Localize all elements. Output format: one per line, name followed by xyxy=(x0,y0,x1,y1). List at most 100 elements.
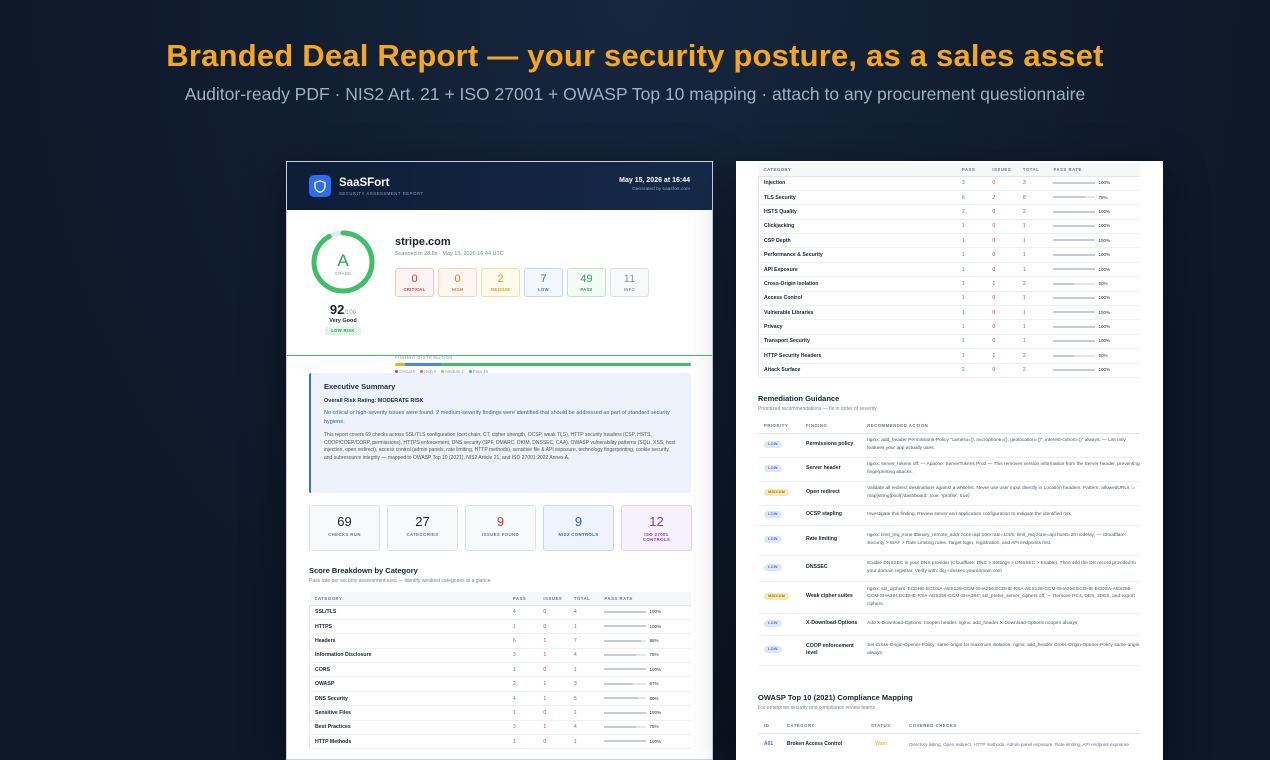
total-count: 1 xyxy=(568,705,600,721)
pass-rate: 100% xyxy=(599,734,691,750)
column-header: PASS xyxy=(507,592,539,606)
pass-count: 2 xyxy=(956,204,988,220)
pass-rate-fill xyxy=(1053,311,1096,314)
stat-card: 27 CATEGORIES xyxy=(387,505,458,551)
stat-label: CHECKS RUN xyxy=(328,532,361,537)
remediation-table: PRIORITY FINDING RECOMMENDED ACTION LOW Perm… xyxy=(758,419,1140,666)
finding-name: COOP enforcement level xyxy=(800,635,862,666)
pass-rate-fill xyxy=(1053,296,1096,299)
column-header: RECOMMENDED ACTION xyxy=(861,419,1140,434)
pass-rate-fill xyxy=(604,639,641,642)
pass-rate-bar xyxy=(604,682,647,685)
table-row: OWASP 2 1 3 67% xyxy=(308,676,691,692)
table-row: Cross-Origin Isolation 1 1 2 50% xyxy=(757,276,1140,292)
pass-rate-fill xyxy=(1053,181,1096,184)
pass-rate-value: 67% xyxy=(649,681,659,687)
pass-rate-fill xyxy=(604,697,639,700)
pass-count: 3 xyxy=(507,720,539,736)
pass-rate-value: 100% xyxy=(649,623,661,629)
pass-rate-bar xyxy=(1053,196,1096,199)
score-value: 92/100 xyxy=(329,302,357,317)
table-row: HTTPS 1 0 1 100% xyxy=(308,619,691,635)
table-row: Information Disclosure 3 1 4 75% xyxy=(308,648,691,664)
category-name: Access Control xyxy=(757,291,957,307)
pass-rate-value: 100% xyxy=(649,738,661,744)
table-row: LOW Permissions policy nginx: add_header P… xyxy=(758,433,1140,458)
column-header: FINDING xyxy=(800,419,862,434)
pass-rate-value: 50% xyxy=(1098,280,1108,286)
stat-card: 9 NIS2 CONTROLS xyxy=(543,505,614,551)
total-count: 2 xyxy=(1017,348,1049,364)
count-low: 7 LOW xyxy=(524,268,563,297)
column-header: ISSUES xyxy=(538,592,569,606)
total-count: 4 xyxy=(568,605,600,620)
priority-badge: LOW xyxy=(764,646,782,654)
category-name: TLS Security xyxy=(757,190,957,206)
category-name: Vulnerable Libraries xyxy=(757,305,957,321)
category-name: Sensitive Files xyxy=(308,705,508,721)
finding-name: DNSSEC xyxy=(800,555,862,582)
table-row: MEDIUM Open redirect Validate all redirect… xyxy=(758,481,1140,506)
issue-count: 0 xyxy=(538,605,569,620)
recommended-action: Enable DNSSEC in your DNS provider (Clou… xyxy=(861,555,1140,582)
total-count: 1 xyxy=(568,734,600,750)
summary-title: Executive Summary xyxy=(324,382,396,391)
issue-count: 2 xyxy=(987,190,1018,206)
pass-rate-bar xyxy=(1053,210,1096,213)
issue-count: 1 xyxy=(538,720,569,736)
pass-rate: 100% xyxy=(1048,233,1140,249)
recommended-action: Add X-Download-Options: noopen header. n… xyxy=(861,613,1140,636)
pass-rate-value: 100% xyxy=(1098,252,1110,258)
pass-rate-bar xyxy=(604,668,647,671)
finding-name: X-Download-Options xyxy=(800,613,862,636)
pass-rate-value: 100% xyxy=(1098,309,1110,315)
total-count: 1 xyxy=(1017,219,1049,235)
pass-rate: 86% xyxy=(599,633,691,649)
finding-name: Weak cipher suites xyxy=(800,581,862,614)
pass-count: 1 xyxy=(507,619,539,635)
total-count: 5 xyxy=(568,691,600,707)
table-row: Access Control 1 0 1 100% xyxy=(757,291,1140,307)
pass-rate-value: 75% xyxy=(649,652,659,658)
issue-count: 1 xyxy=(538,691,569,707)
count-value: 2 xyxy=(497,273,504,285)
pass-rate-value: 100% xyxy=(1098,367,1110,373)
owasp-title: OWASP Top 10 (2021) Compliance Mapping xyxy=(758,693,913,702)
table-row: Vulnerable Libraries 1 0 1 100% xyxy=(757,305,1140,321)
pass-count: 1 xyxy=(956,233,988,249)
total-count: 1 xyxy=(1017,233,1049,249)
priority-cell: MEDIUM xyxy=(758,481,801,506)
priority-badge: LOW xyxy=(764,620,782,628)
pass-rate-fill xyxy=(604,653,636,656)
table-row: SSL/TLS 4 0 4 100% xyxy=(308,605,691,620)
pass-count: 2 xyxy=(507,676,539,692)
column-header: PASS RATE xyxy=(599,592,691,606)
grade-ring: A GRADE xyxy=(311,230,375,294)
owasp-status: ◌ Warn xyxy=(870,741,888,748)
priority-cell: LOW xyxy=(758,555,801,582)
pass-rate-bar xyxy=(1053,268,1096,271)
hero-title: Branded Deal Report — your security post… xyxy=(166,38,1104,73)
distribution-segment-medium xyxy=(395,363,406,366)
pass-rate-fill xyxy=(604,682,633,685)
count-label: LOW xyxy=(538,287,549,292)
category-name: HTTP Methods xyxy=(308,734,508,750)
column-header: PASS xyxy=(956,163,988,177)
issue-count: 1 xyxy=(538,633,569,649)
report-date: May 15, 2026 at 16:44 xyxy=(619,177,690,184)
category-name: Privacy xyxy=(757,319,957,335)
table-row: API Exposure 1 0 1 100% xyxy=(757,262,1140,278)
pass-rate: 100% xyxy=(599,705,691,721)
total-count: 1 xyxy=(1017,334,1049,350)
grade-letter: A xyxy=(337,251,349,270)
category-name: Attack Surface xyxy=(757,363,957,378)
pass-rate-fill xyxy=(604,711,647,714)
table-row: Sensitive Files 1 0 1 100% xyxy=(308,705,691,721)
pass-rate: 100% xyxy=(1048,262,1140,278)
count-value: 0 xyxy=(454,273,461,285)
total-count: 7 xyxy=(568,633,600,649)
count-value: 7 xyxy=(540,273,547,285)
pass-rate-fill xyxy=(604,740,647,743)
priority-cell: LOW xyxy=(758,505,801,526)
pass-rate: 50% xyxy=(1048,276,1140,292)
